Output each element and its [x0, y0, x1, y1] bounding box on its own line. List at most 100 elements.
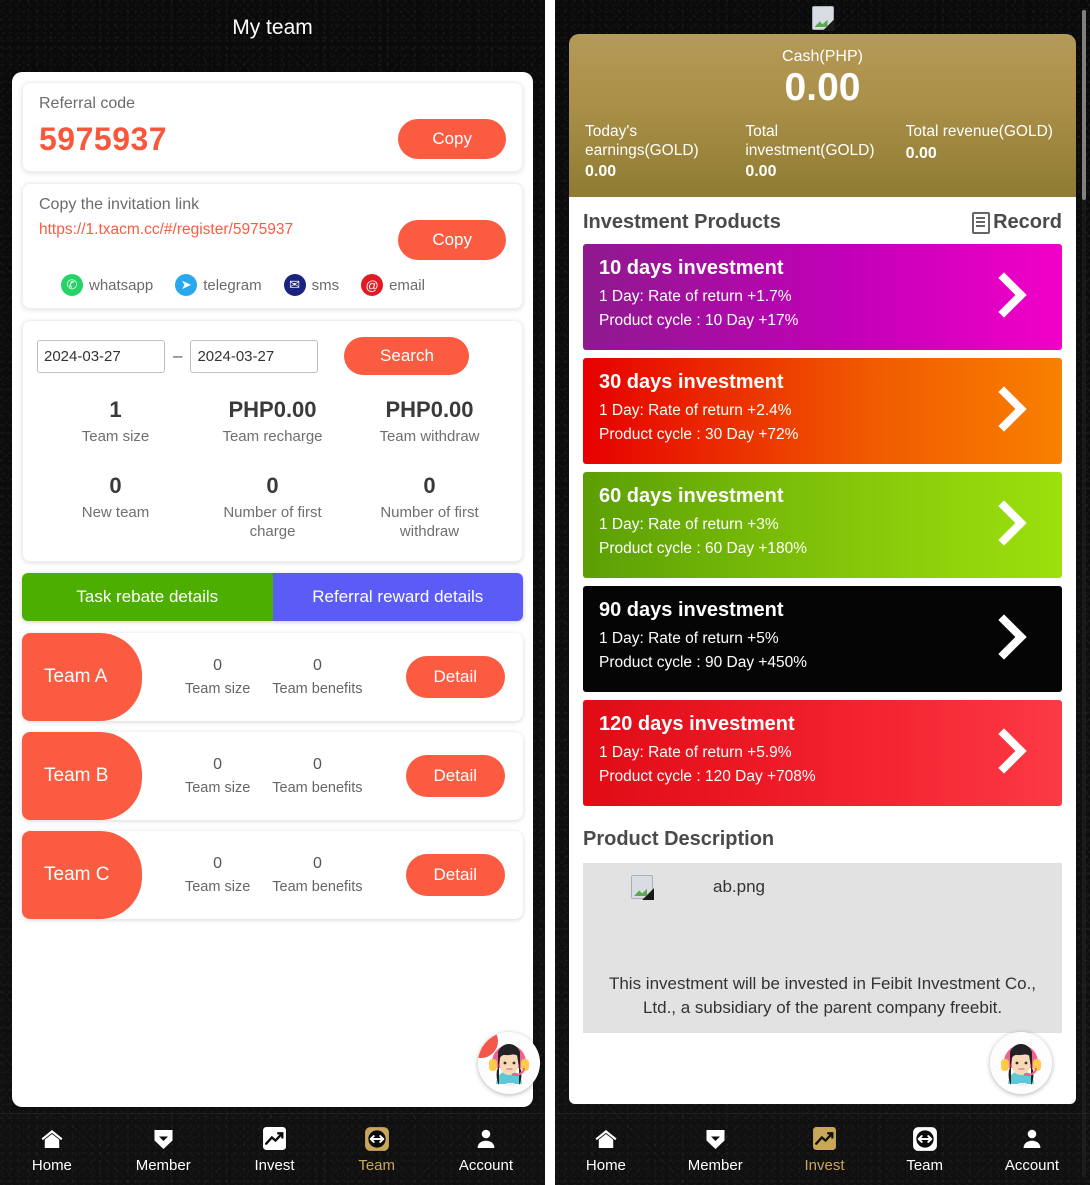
product-rate: 1 Day: Rate of return +5% — [599, 630, 779, 648]
team-a-stats: 0 Team size 0 Team benefits — [142, 657, 406, 697]
person-icon — [473, 1126, 499, 1152]
nav-label: Account — [1004, 1156, 1060, 1174]
nav-label: Home — [31, 1156, 72, 1174]
support-agent-icon — [990, 1032, 1052, 1094]
nav-item-team[interactable]: Team — [358, 1126, 395, 1174]
stat-label: Team recharge — [222, 428, 323, 445]
product-name: 10 days investment — [599, 257, 784, 280]
arrows-horizontal-icon — [912, 1126, 938, 1152]
page-title-bar: My team — [0, 0, 545, 56]
product-120-days[interactable]: 120 days investment 1 Day: Rate of retur… — [583, 700, 1062, 807]
team-content: Referral code 5975937 Copy Copy the invi… — [0, 56, 545, 1113]
date-from-input[interactable] — [37, 339, 165, 373]
team-outer-card: Referral code 5975937 Copy Copy the invi… — [12, 72, 533, 1107]
team-a-detail-button[interactable]: Detail — [405, 656, 505, 699]
sms-icon: ✉ — [283, 274, 306, 296]
metric-label: Today's earnings(GOLD) — [585, 122, 699, 159]
record-button[interactable]: Record — [972, 211, 1062, 234]
copy-referral-code-button[interactable]: Copy — [398, 119, 506, 159]
copy-invitation-link-button[interactable]: Copy — [398, 220, 506, 260]
share-sms[interactable]: ✉ sms — [283, 274, 340, 296]
chevron-right-icon — [988, 729, 1014, 777]
record-icon — [972, 211, 991, 234]
team-c-detail-button[interactable]: Detail — [405, 854, 505, 897]
date-to-input[interactable] — [190, 339, 319, 373]
customer-service-avatar[interactable] — [478, 1032, 540, 1094]
table-row: Team C 0 Team size 0 Team benefits Detai… — [22, 831, 523, 920]
team-b-detail-button[interactable]: Detail — [405, 755, 505, 798]
stat-new-team: 0 New team — [37, 473, 194, 542]
stat-label: Team withdraw — [379, 428, 480, 445]
team-benefits-label: Team benefits — [272, 681, 363, 698]
share-telegram[interactable]: ➤ telegram — [175, 274, 262, 296]
cash-label: Cash(PHP) — [782, 48, 863, 65]
stat-value: 0 — [266, 472, 279, 498]
nav-item-home[interactable]: Home — [586, 1126, 626, 1174]
share-sms-label: sms — [311, 276, 340, 294]
team-c-benefits: 0 Team benefits — [272, 855, 362, 895]
nav-item-member[interactable]: Member — [688, 1126, 743, 1174]
stat-team-withdraw: PHP0.00 Team withdraw — [351, 397, 508, 447]
nav-item-home[interactable]: Home — [32, 1126, 72, 1174]
search-button[interactable]: Search — [344, 337, 470, 375]
nav-label: Member — [687, 1156, 743, 1174]
customer-service-avatar[interactable] — [990, 1032, 1052, 1094]
product-30-days[interactable]: 30 days investment 1 Day: Rate of return… — [583, 358, 1062, 465]
share-email-label: email — [389, 276, 425, 294]
product-60-days[interactable]: 60 days investment 1 Day: Rate of return… — [583, 472, 1062, 579]
stat-first-withdraw: 0 Number of first withdraw — [351, 473, 508, 542]
team-c-stats: 0 Team size 0 Team benefits — [142, 855, 406, 895]
team-b-tag: Team B — [22, 732, 142, 821]
nav-item-account[interactable]: Account — [1005, 1126, 1059, 1174]
table-row: Team A 0 Team size 0 Team benefits Detai… — [22, 633, 523, 722]
stat-label: Number of first charge — [223, 503, 322, 540]
tab-task-rebate-details[interactable]: Task rebate details — [22, 573, 273, 622]
nav-item-account[interactable]: Account — [459, 1126, 513, 1174]
telegram-icon: ➤ — [175, 274, 198, 296]
metric-label: Total investment(GOLD) — [745, 122, 875, 159]
team-size-label: Team size — [184, 780, 251, 797]
stat-first-charge: 0 Number of first charge — [194, 473, 351, 542]
home-icon — [39, 1126, 65, 1152]
section-title: Investment Products — [583, 211, 781, 234]
stat-value: 1 — [109, 397, 122, 422]
stat-team-recharge: PHP0.00 Team recharge — [194, 397, 351, 447]
table-row: Team B 0 Team size 0 Team benefits Detai… — [22, 732, 523, 821]
team-benefits-value: 0 — [312, 855, 322, 873]
stat-value: 0 — [109, 472, 122, 498]
product-10-days[interactable]: 10 days investment 1 Day: Rate of return… — [583, 244, 1062, 351]
heart-badge-icon — [150, 1126, 176, 1152]
invitation-link-card: Copy the invitation link https://1.txacm… — [22, 183, 523, 309]
balance-card: Cash(PHP) 0.00 Today's earnings(GOLD) 0.… — [569, 34, 1076, 198]
team-size-value: 0 — [213, 855, 223, 873]
nav-label: Invest — [804, 1156, 845, 1174]
invitation-link-value[interactable]: https://1.txacm.cc/#/register/5975937 — [39, 220, 304, 241]
tab-referral-reward-details[interactable]: Referral reward details — [272, 573, 523, 622]
product-90-days[interactable]: 90 days investment 1 Day: Rate of return… — [583, 586, 1062, 693]
date-range-separator: – — [173, 346, 183, 365]
metric-todays-earnings: Today's earnings(GOLD) 0.00 — [585, 123, 739, 181]
invest-panel: Cash(PHP) 0.00 Today's earnings(GOLD) 0.… — [555, 0, 1090, 1185]
team-b-stats: 0 Team size 0 Team benefits — [142, 756, 406, 796]
team-size-value: 0 — [213, 657, 223, 675]
team-stats-card: – Search 1 Team size PHP0.00 Team rechar… — [22, 320, 523, 563]
description-text: This investment will be invested in Feib… — [608, 973, 1037, 1018]
share-whatsapp-label: whatsapp — [89, 276, 154, 294]
team-panel: My team Referral code 5975937 Copy Copy … — [0, 0, 545, 1185]
date-range-filter: – Search — [37, 337, 508, 375]
nav-item-member[interactable]: Member — [136, 1126, 191, 1174]
team-a-benefits: 0 Team benefits — [272, 657, 362, 697]
nav-label: Invest — [254, 1156, 295, 1174]
nav-item-team[interactable]: Team — [906, 1126, 943, 1174]
stat-value: 0 — [423, 472, 436, 498]
product-rate: 1 Day: Rate of return +1.7% — [599, 288, 792, 306]
chevron-right-icon — [988, 273, 1014, 321]
nav-item-invest[interactable]: Invest — [255, 1126, 295, 1174]
broken-image-icon — [811, 6, 834, 30]
share-email[interactable]: @ email — [361, 274, 425, 296]
share-whatsapp[interactable]: ✆ whatsapp — [61, 274, 153, 296]
panel-divider — [545, 0, 555, 1185]
scrollbar-thumb[interactable] — [1082, 10, 1086, 200]
nav-item-invest[interactable]: Invest — [805, 1126, 845, 1174]
arrows-horizontal-icon — [364, 1126, 390, 1152]
